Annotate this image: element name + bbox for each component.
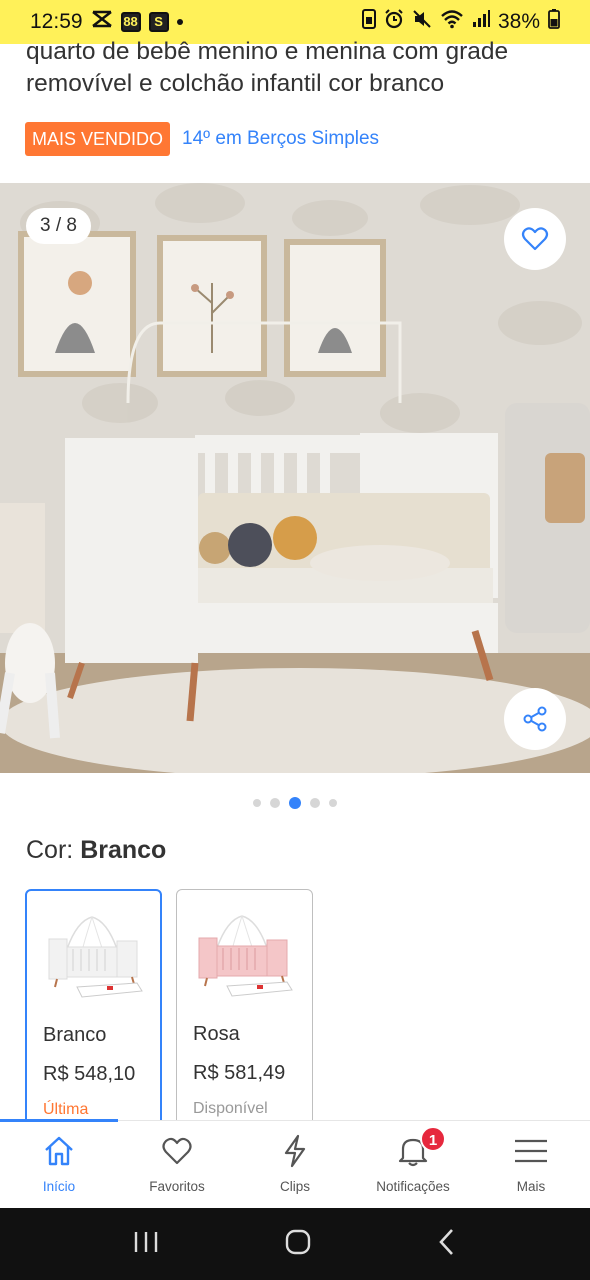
system-navigation-bar [0, 1208, 590, 1280]
sim-icon [361, 9, 376, 35]
battery-icon [548, 9, 560, 35]
pagination-dot [310, 798, 320, 808]
alarm-icon [384, 9, 404, 35]
lightning-icon [277, 1133, 313, 1169]
product-title: quarto de bebê menino e menina com grade… [26, 38, 509, 97]
best-seller-badge: MAIS VENDIDO [25, 122, 171, 156]
mute-icon [412, 9, 432, 35]
bottom-navigation: Início Favoritos Clips 1 Notificações Ma… [0, 1119, 590, 1209]
variant-stock-status: Última [43, 1101, 89, 1118]
product-photo [0, 183, 590, 773]
home-icon [41, 1133, 77, 1169]
home-circle-icon [285, 1229, 311, 1254]
product-image-gallery[interactable]: 3 / 8 [0, 183, 590, 773]
color-label: Cor: Branco [26, 836, 166, 865]
share-icon [523, 706, 547, 732]
nav-label: Notificações [376, 1179, 450, 1194]
nav-item-favoritos[interactable]: Favoritos [118, 1121, 236, 1209]
nav-label: Clips [279, 1179, 310, 1194]
variant-price: R$ 548,10 [43, 1063, 136, 1085]
color-selected-value: Branco [80, 836, 167, 864]
pagination-dot [329, 799, 337, 807]
app-notification-icon: S [148, 12, 169, 32]
back-system-button[interactable] [437, 1228, 457, 1261]
nav-item-notificacoes[interactable]: 1 Notificações [354, 1121, 472, 1209]
category-rank-link[interactable]: 14º em Berços Simples [182, 128, 379, 150]
variant-thumbnail [198, 915, 293, 997]
nav-label: Início [42, 1179, 76, 1194]
gallery-pagination [0, 797, 590, 809]
heart-icon [159, 1133, 195, 1169]
menu-icon [513, 1133, 549, 1169]
heart-icon [521, 227, 549, 251]
back-icon [439, 1228, 454, 1255]
variant-name: Branco [43, 1024, 107, 1046]
image-counter: 3 / 8 [26, 208, 91, 244]
recent-apps-button[interactable] [133, 1230, 159, 1259]
pagination-dot-active [289, 797, 301, 809]
variant-card-branco[interactable]: Branco R$ 548,10 Última [25, 889, 162, 1129]
battery-percent: 38% [497, 10, 540, 33]
recent-apps-icon [134, 1231, 157, 1252]
favorite-button[interactable] [504, 208, 566, 270]
pagination-dot [253, 799, 261, 807]
variant-card-rosa[interactable]: Rosa R$ 581,49 Disponível [176, 889, 313, 1129]
home-system-button[interactable] [284, 1228, 312, 1261]
signal-icon [472, 10, 490, 34]
nav-item-mais[interactable]: Mais [472, 1121, 590, 1209]
badge-row: MAIS VENDIDO 14º em Berços Simples [25, 122, 379, 156]
variant-stock-status: Disponível [193, 1100, 268, 1117]
notification-count-badge: 1 [420, 1126, 446, 1152]
nav-item-inicio[interactable]: Início [0, 1121, 118, 1209]
wifi-icon [440, 9, 464, 35]
share-button[interactable] [504, 688, 566, 750]
status-time: 12:59 [30, 10, 83, 33]
pagination-dot [270, 798, 280, 808]
app-notification-icon: 88 [120, 12, 141, 32]
variant-thumbnail [48, 916, 143, 998]
nav-item-clips[interactable]: Clips [236, 1121, 354, 1209]
variant-name: Rosa [193, 1023, 240, 1045]
nav-label: Mais [516, 1179, 546, 1194]
color-label-prefix: Cor: [26, 836, 74, 864]
nav-label: Favoritos [149, 1179, 205, 1194]
more-notifications-icon [176, 19, 183, 25]
app-notification-icon [91, 10, 113, 34]
variant-price: R$ 581,49 [193, 1062, 286, 1084]
